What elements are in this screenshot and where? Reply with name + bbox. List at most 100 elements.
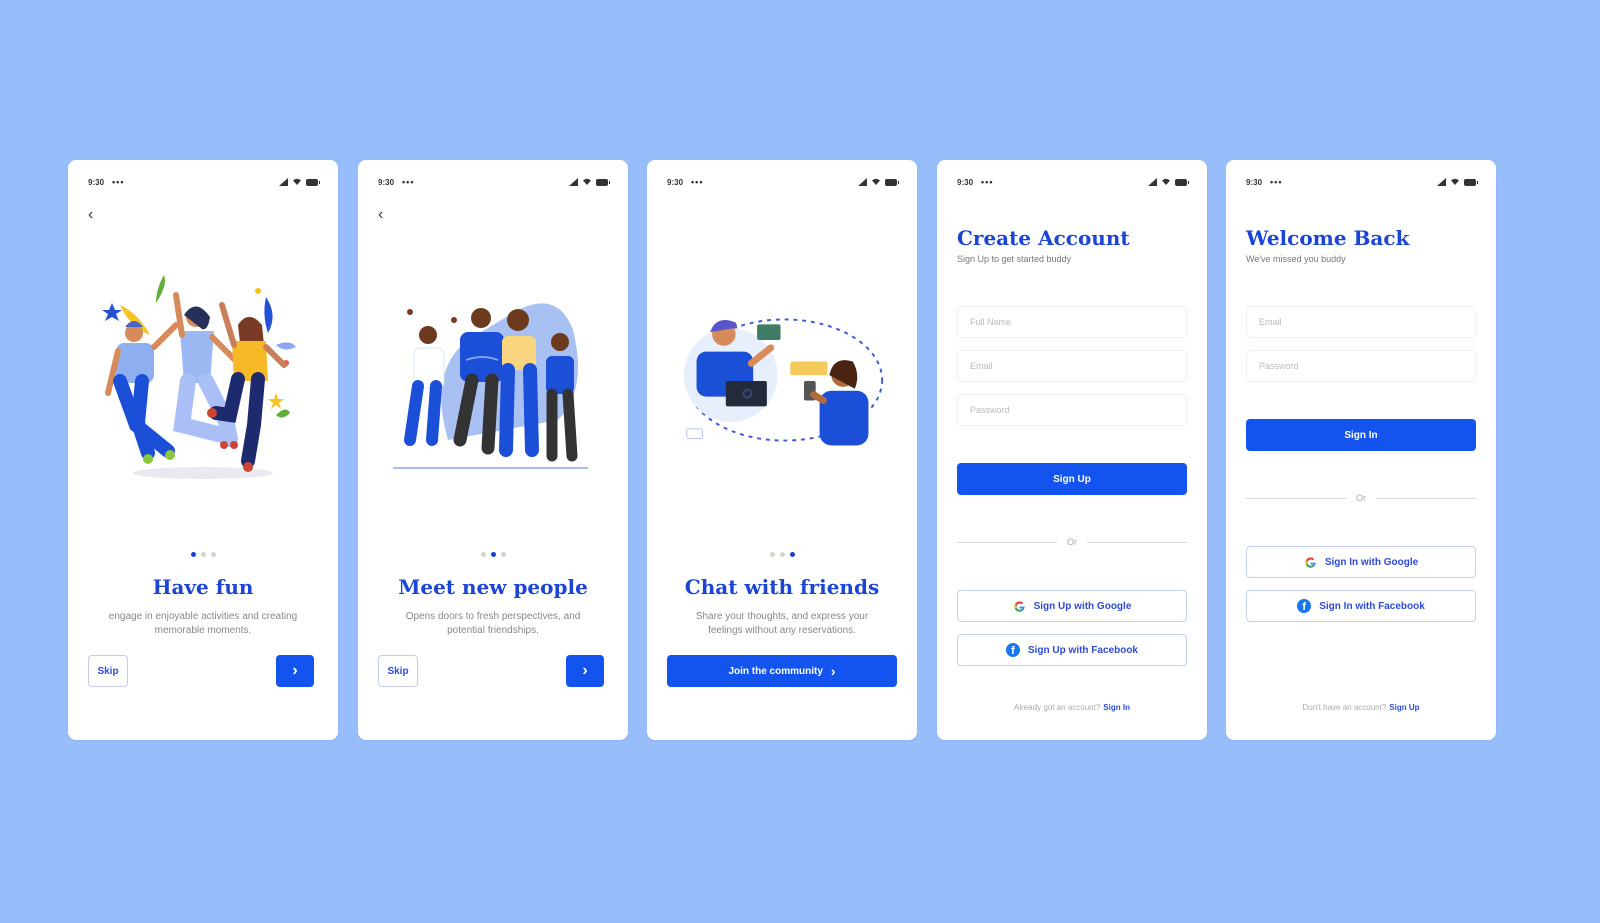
join-community-button[interactable]: Join the community › [667, 655, 897, 687]
status-time: 9:30 [667, 177, 684, 187]
or-divider: Or [1246, 492, 1476, 504]
screen-description: Share your thoughts, and express your fe… [695, 611, 869, 636]
battery-icon [306, 178, 320, 186]
or-label: Or [1356, 493, 1366, 503]
status-bar: 9:30 ••• [667, 176, 899, 188]
skip-button[interactable]: Skip [88, 655, 128, 687]
screen-description: Opens doors to fresh perspectives, and p… [405, 611, 581, 636]
page-indicator [358, 552, 628, 557]
signal-icon [858, 178, 867, 186]
chevron-left-icon: ‹ [88, 206, 94, 223]
page-dot[interactable] [210, 552, 216, 557]
status-time: 9:30 [378, 177, 395, 187]
signal-icon [279, 178, 288, 186]
signup-screen: 9:30 ••• Create Account Sign Up to get s… [937, 160, 1207, 740]
page-dot-active[interactable] [490, 552, 496, 557]
facebook-icon: f [1297, 599, 1312, 613]
status-time: 9:30 [1246, 177, 1263, 187]
wifi-icon [293, 178, 301, 185]
screen-description: engage in enjoyable activities and creat… [108, 611, 298, 636]
sign-up-google-button[interactable]: Sign Up with Google [957, 590, 1187, 622]
onboarding-screen-meet-people: 9:30 ••• ‹ Meet new people Opens doors t… [358, 160, 628, 740]
password-input[interactable] [1246, 350, 1476, 382]
status-time: 9:30 [88, 177, 105, 187]
wifi-icon [872, 178, 880, 185]
battery-icon [885, 178, 899, 186]
page-title: Create Account [957, 226, 1130, 250]
back-button[interactable]: ‹ [88, 206, 102, 223]
google-label: Sign In with Google [1324, 556, 1419, 568]
wifi-icon [583, 178, 591, 185]
signal-icon [1437, 178, 1446, 186]
email-input[interactable] [957, 350, 1187, 382]
status-more-icon: ••• [981, 177, 994, 187]
facebook-label: Sign In with Facebook [1319, 600, 1425, 612]
page-title: Welcome Back [1246, 226, 1410, 250]
join-label: Join the community [728, 665, 823, 677]
chat-friends-illustration [683, 318, 884, 446]
facebook-label: Sign Up with Facebook [1027, 644, 1138, 656]
divider-line [1087, 541, 1187, 543]
page-subtitle: We've missed you buddy [1246, 254, 1346, 264]
battery-icon [596, 178, 610, 186]
page-indicator [68, 552, 338, 557]
onboarding-screen-have-fun: 9:30 ••• ‹ Have fun engage in enjoyable … [68, 160, 338, 740]
status-more-icon: ••• [402, 177, 415, 187]
page-dot[interactable] [500, 552, 506, 557]
page-indicator [647, 552, 917, 557]
divider-line [1376, 497, 1476, 499]
email-input[interactable] [1246, 306, 1476, 338]
sign-in-button[interactable]: Sign In [1246, 419, 1476, 451]
status-more-icon: ••• [112, 177, 125, 187]
sign-in-link[interactable]: Sign In [1103, 703, 1130, 712]
skip-button[interactable]: Skip [378, 655, 418, 687]
onboarding-screen-chat: 9:30 ••• Chat with friends Share your th… [647, 160, 917, 740]
status-bar: 9:30 ••• [957, 176, 1189, 188]
page-dot[interactable] [779, 552, 785, 557]
wifi-icon [1162, 178, 1170, 185]
status-more-icon: ••• [1270, 177, 1283, 187]
divider-line [957, 541, 1057, 543]
signin-screen: 9:30 ••• Welcome Back We've missed you b… [1226, 160, 1496, 740]
password-input[interactable] [957, 394, 1187, 426]
sign-up-link[interactable]: Sign Up [1389, 703, 1419, 712]
or-label: Or [1067, 537, 1077, 547]
page-subtitle: Sign Up to get started buddy [957, 254, 1072, 264]
signal-icon [1148, 178, 1157, 186]
chevron-left-icon: ‹ [378, 206, 384, 223]
chevron-right-icon: › [292, 662, 298, 679]
chevron-right-icon: › [582, 662, 588, 679]
back-button[interactable]: ‹ [378, 206, 392, 223]
group-hug-illustration [393, 303, 588, 469]
wifi-icon [1451, 178, 1459, 185]
signal-icon [569, 178, 578, 186]
status-more-icon: ••• [691, 177, 704, 187]
status-time: 9:30 [957, 177, 974, 187]
footer-text: Don't have an account? [1302, 703, 1387, 712]
footer-text: Already got an account? [1014, 703, 1101, 712]
friends-jumping-illustration [102, 275, 296, 479]
full-name-input[interactable] [957, 306, 1187, 338]
google-label: Sign Up with Google [1033, 600, 1132, 612]
page-dot[interactable] [769, 552, 775, 557]
status-bar: 9:30 ••• [88, 176, 320, 188]
status-bar: 9:30 ••• [378, 176, 610, 188]
sign-up-button[interactable]: Sign Up [957, 463, 1187, 495]
google-icon [1305, 556, 1316, 568]
status-bar: 9:30 ••• [1246, 176, 1478, 188]
next-button[interactable]: › [566, 655, 604, 687]
sign-in-google-button[interactable]: Sign In with Google [1246, 546, 1476, 578]
page-dot-active[interactable] [190, 552, 196, 557]
page-dot[interactable] [480, 552, 486, 557]
screen-title: Meet new people [398, 575, 588, 599]
screen-title: Have fun [152, 575, 254, 599]
battery-icon [1464, 178, 1478, 186]
signin-prompt: Already got an account? Sign In [937, 703, 1207, 712]
page-dot[interactable] [200, 552, 206, 557]
facebook-icon: f [1005, 643, 1020, 657]
divider-line [1246, 497, 1346, 499]
page-dot-active[interactable] [789, 552, 795, 557]
sign-up-facebook-button[interactable]: f Sign Up with Facebook [957, 634, 1187, 666]
next-button[interactable]: › [276, 655, 314, 687]
sign-in-facebook-button[interactable]: f Sign In with Facebook [1246, 590, 1476, 622]
